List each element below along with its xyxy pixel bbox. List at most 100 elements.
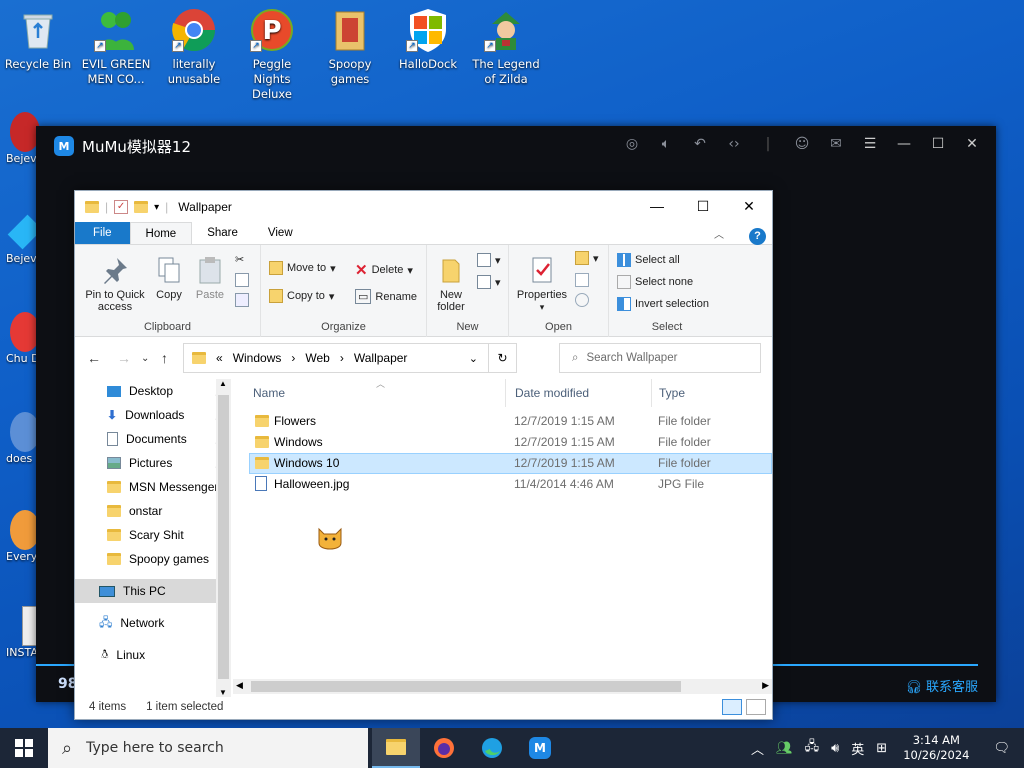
breadcrumb-web[interactable]: Web (305, 351, 329, 365)
explorer-titlebar[interactable]: | ✓ ▾ | Wallpaper — ☐ ✕ (75, 191, 772, 223)
column-divider[interactable] (505, 379, 506, 407)
desktop-icon-green-men[interactable]: ↗ EVIL GREEN MEN CO... (78, 6, 154, 87)
code-icon[interactable]: ‹› (724, 136, 744, 152)
help-icon[interactable]: ? (749, 227, 766, 245)
taskbar-mumu[interactable]: M (516, 728, 564, 768)
edit-icon[interactable] (575, 273, 589, 287)
copy-path-icon[interactable] (235, 273, 249, 287)
delete-button[interactable]: ✕ Delete ▾ (355, 261, 413, 279)
network-icon[interactable]: 🖧︎ (799, 737, 826, 759)
forward-arrow-icon[interactable]: → (117, 350, 131, 366)
copy-to-button[interactable]: Copy to ▾ (269, 289, 334, 303)
menu-icon[interactable]: ☰ (860, 136, 880, 152)
support-link[interactable]: 🎧︎ 联系客服 (905, 676, 978, 695)
taskbar-file-explorer[interactable] (372, 728, 420, 768)
file-row-windows[interactable]: Windows 12/7/2019 1:15 AM File folder (233, 432, 772, 453)
close-icon[interactable]: ✕ (726, 191, 772, 221)
mail-icon[interactable]: ✉ (826, 136, 846, 152)
close-icon[interactable]: ✕ (962, 136, 982, 152)
nav-item-onstar[interactable]: onstar (75, 499, 231, 523)
column-name[interactable]: Name (253, 386, 285, 400)
nav-item-spoopy-games[interactable]: Spoopy games (75, 547, 231, 571)
details-view-icon[interactable] (722, 699, 742, 715)
properties-button[interactable]: Properties ▾ (513, 255, 571, 313)
large-icons-view-icon[interactable] (746, 699, 766, 715)
record-icon[interactable]: ◎ (622, 136, 642, 152)
nav-item-downloads[interactable]: ⬇Downloads📌︎ (75, 403, 231, 427)
new-folder-button[interactable]: New folder (431, 255, 471, 313)
desktop-icon-recycle-bin[interactable]: Recycle Bin (0, 6, 76, 72)
nav-item-this-pc[interactable]: This PC (75, 579, 231, 603)
minimize-icon[interactable]: — (894, 136, 914, 152)
address-dropdown-icon[interactable]: ⌄ (469, 352, 478, 365)
user-icon[interactable]: ☺ (792, 136, 812, 152)
open-icon[interactable]: ▾ (575, 251, 599, 265)
breadcrumb-overflow[interactable]: « (216, 351, 223, 365)
column-type[interactable]: Type (659, 386, 685, 400)
recent-locations-icon[interactable]: ⌄ (141, 353, 149, 364)
desktop-icon-hallodock[interactable]: ↗ HalloDock (390, 6, 466, 72)
nav-item-scary-shit[interactable]: Scary Shit (75, 523, 231, 547)
taskbar-firefox[interactable] (420, 728, 468, 768)
nav-item-network[interactable]: 🖧︎ Network (75, 611, 231, 635)
nav-item-linux[interactable]: 🐧︎ Linux (75, 643, 231, 667)
qa-dropdown-icon[interactable]: ▾ (154, 202, 159, 213)
rename-button[interactable]: ▭ Rename (355, 289, 417, 304)
tab-view[interactable]: View (253, 222, 308, 244)
maximize-icon[interactable]: ☐ (680, 191, 726, 221)
new-folder-icon[interactable] (134, 201, 149, 213)
desktop-icon-zelda[interactable]: ↗ The Legend of Zilda (468, 6, 544, 87)
select-all-button[interactable]: Select all (617, 253, 680, 267)
back-icon[interactable]: ↶ (690, 136, 710, 152)
horizontal-scrollbar[interactable]: ◀ ▶ (233, 679, 772, 694)
move-to-button[interactable]: Move to ▾ (269, 261, 336, 275)
properties-check-icon[interactable]: ✓ (114, 200, 129, 214)
minimize-icon[interactable]: — (634, 191, 680, 221)
collapse-ribbon-icon[interactable]: ︿ (699, 225, 739, 247)
file-row-halloween-jpg[interactable]: Halloween.jpg 11/4/2014 4:46 AM JPG File (233, 474, 772, 495)
nav-item-desktop[interactable]: Desktop📌︎ (75, 379, 231, 403)
volume-icon[interactable]: 🔊︎ (825, 741, 845, 756)
paste-shortcut-icon[interactable] (235, 293, 249, 307)
nav-item-msn-messenger[interactable]: MSN Messenger (75, 475, 231, 499)
tab-home[interactable]: Home (129, 222, 193, 244)
select-none-button[interactable]: Select none (617, 275, 693, 289)
tab-share[interactable]: Share (192, 222, 253, 244)
chevron-up-icon[interactable]: ︿ (745, 739, 770, 758)
nav-scrollbar[interactable]: ▲ ▼ (216, 379, 231, 697)
file-row-windows-10[interactable]: Windows 10 12/7/2019 1:15 AM File folder (249, 453, 772, 474)
start-button[interactable] (0, 728, 48, 768)
breadcrumb-wallpaper[interactable]: Wallpaper (354, 351, 408, 365)
tab-file[interactable]: File (75, 222, 130, 244)
breadcrumb-windows[interactable]: Windows (233, 351, 282, 365)
search-input[interactable]: ⌕ Search Wallpaper (559, 343, 761, 373)
taskbar-search-input[interactable]: ⌕ Type here to search (48, 728, 368, 768)
copy-button[interactable]: Copy (151, 255, 187, 301)
taskbar-edge[interactable] (468, 728, 516, 768)
pin-quick-access-button[interactable]: Pin to Quick access (81, 255, 149, 313)
scrollbar-thumb[interactable] (218, 395, 229, 679)
scroll-right-icon[interactable]: ▶ (762, 680, 769, 691)
volume-icon[interactable]: 🔈︎ (656, 136, 676, 152)
notification-icon[interactable]: 🗨︎ (979, 741, 1024, 756)
keyboard-layout-icon[interactable]: ⊞ (870, 741, 893, 756)
desktop-icon-chrome[interactable]: ↗ literally unusable (156, 6, 232, 87)
scroll-up-icon[interactable]: ▲ (219, 379, 227, 388)
column-date-modified[interactable]: Date modified (515, 386, 589, 400)
history-icon[interactable] (575, 293, 589, 307)
refresh-icon[interactable]: ↻ (488, 344, 516, 372)
cut-icon[interactable]: ✂ (235, 253, 244, 266)
maximize-icon[interactable]: ☐ (928, 136, 948, 152)
easy-access-icon[interactable]: ▾ (477, 275, 501, 289)
file-row-flowers[interactable]: Flowers 12/7/2019 1:15 AM File folder (233, 411, 772, 432)
scrollbar-thumb[interactable] (251, 681, 681, 692)
back-arrow-icon[interactable]: ← (87, 350, 101, 366)
address-bar[interactable]: « Windows › Web › Wallpaper ⌄ ↻ (183, 343, 517, 373)
nav-item-documents[interactable]: Documents📌︎ (75, 427, 231, 451)
new-item-icon[interactable]: ▾ (477, 253, 501, 267)
ime-indicator[interactable]: 英 (845, 739, 870, 758)
desktop-icon-spoopy-games[interactable]: Spoopy games (312, 6, 388, 87)
clock[interactable]: 3:14 AM 10/26/2024 (893, 733, 979, 763)
paste-button[interactable]: Paste (191, 255, 229, 301)
nav-item-pictures[interactable]: Pictures📌︎ (75, 451, 231, 475)
